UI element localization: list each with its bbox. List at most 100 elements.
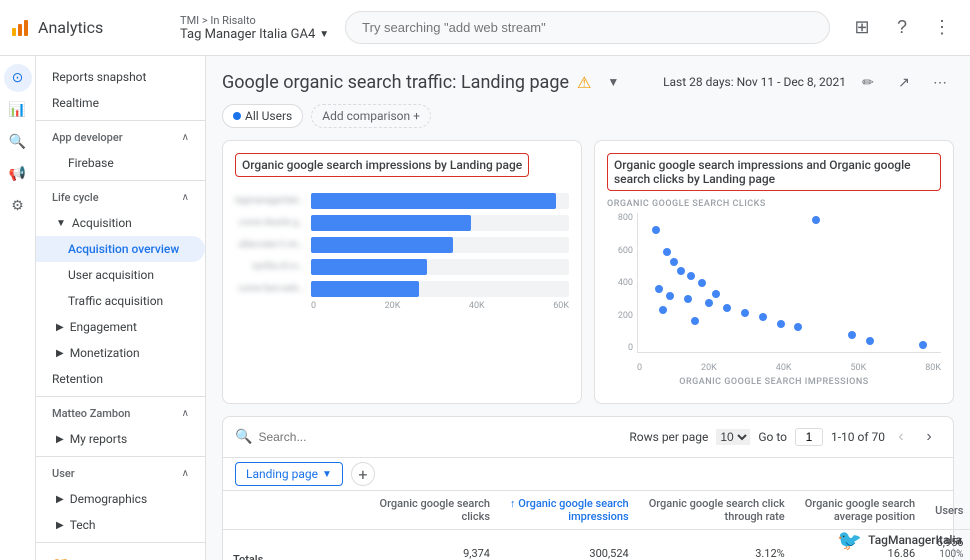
th-ctr[interactable]: Organic google search clickthrough rate (639, 491, 795, 530)
scatter-dot (684, 295, 692, 303)
chevron-up-icon: ∧ (182, 132, 189, 143)
sidebar-section-app-developer[interactable]: App developer ∧ (36, 125, 205, 150)
search-input[interactable] (345, 11, 830, 44)
rail-reports-icon[interactable]: 📊 (4, 96, 32, 124)
firebase-label: Firebase (68, 156, 114, 170)
bar-fill (311, 259, 427, 275)
sidebar-section-matteo-header[interactable]: Matteo Zambon ∧ (36, 401, 205, 426)
next-page-button[interactable]: › (917, 425, 941, 449)
charts-row: Organic google search impressions by Lan… (222, 140, 954, 404)
realtime-label: Realtime (52, 96, 99, 110)
bar-track (311, 237, 569, 253)
th-avg-pos[interactable]: Organic google searchaverage position (795, 491, 925, 530)
app-name: Analytics (38, 18, 103, 37)
sidebar-item-realtime[interactable]: Realtime (36, 90, 205, 116)
nav-logo: Analytics (12, 18, 172, 37)
scatter-x-title: ORGANIC GOOGLE SEARCH IMPRESSIONS (607, 377, 941, 387)
more-vert-icon[interactable]: ⋮ (926, 12, 958, 44)
scatter-dot (705, 299, 713, 307)
bar-row: come-fare-web... (235, 281, 569, 297)
sidebar-item-acquisition-overview[interactable]: Acquisition overview (36, 236, 205, 262)
sidebar-item-my-reports[interactable]: ▶ My reports (36, 426, 205, 452)
sidebar-section-reports: Reports snapshot Realtime (36, 64, 205, 116)
dimension-chip[interactable]: Landing page ▼ (235, 462, 343, 486)
dimension-chip-chevron: ▼ (322, 469, 332, 480)
rail-settings-icon[interactable]: ⚙ (4, 192, 32, 220)
property-selector[interactable]: Tag Manager Italia GA4 ▼ (180, 27, 329, 42)
bar-track (311, 193, 569, 209)
sidebar-item-firebase[interactable]: Firebase (36, 150, 205, 176)
scatter-y-label: 0 (628, 343, 633, 353)
logo-bar-2 (18, 24, 22, 36)
add-dimension-button[interactable]: + (351, 462, 375, 486)
share-icon[interactable]: ↗ (890, 68, 918, 96)
prev-page-button[interactable]: ‹ (889, 425, 913, 449)
bar-fill (311, 281, 419, 297)
edit-icon[interactable]: ✏ (854, 68, 882, 96)
sidebar-item-retention[interactable]: Retention (36, 366, 205, 392)
bar-label: tagmanageritalia.it (235, 196, 305, 206)
scatter-dot (723, 304, 731, 312)
add-comparison-label: Add comparison + (322, 109, 420, 123)
chevron-right-icon-5: ▶ (56, 520, 64, 531)
chevron-up-icon-4: ∧ (182, 468, 189, 479)
scatter-chart-title: Organic google search impressions and Or… (607, 153, 941, 191)
add-comparison-button[interactable]: Add comparison + (311, 104, 431, 128)
rail-explore-icon[interactable]: 🔍 (4, 128, 32, 156)
sidebar-divider-3 (36, 396, 205, 397)
bar-fill (311, 193, 556, 209)
sidebar-section-user-header[interactable]: User ∧ (36, 461, 205, 486)
sidebar-section-matteo: Matteo Zambon ∧ ▶ My reports (36, 401, 205, 452)
table-pagination: Rows per page 102550 Go to 1-10 of 70 ‹ … (629, 425, 941, 449)
table-search-icon: 🔍 (235, 429, 252, 445)
icon-rail: ⊙ 📊 🔍 📢 ⚙ (0, 56, 36, 560)
rail-advertising-icon[interactable]: 📢 (4, 160, 32, 188)
nav-account[interactable]: TMI > In Risalto Tag Manager Italia GA4 … (180, 14, 329, 42)
sidebar-section-app-dev: App developer ∧ Firebase (36, 125, 205, 176)
sidebar: Reports snapshot Realtime App developer … (36, 56, 206, 560)
title-chevron-icon[interactable]: ▼ (599, 68, 627, 96)
table-search-input[interactable] (258, 430, 621, 444)
sidebar-item-tech[interactable]: ▶ Tech (36, 512, 205, 538)
sidebar-item-user-acquisition[interactable]: User acquisition (36, 262, 205, 288)
rail-home-icon[interactable]: ⊙ (4, 64, 32, 92)
scatter-dot (663, 248, 671, 256)
help-icon[interactable]: ? (886, 12, 918, 44)
th-users[interactable]: Users (925, 491, 970, 530)
acquisition-label: Acquisition (72, 216, 132, 230)
main-content: Google organic search traffic: Landing p… (206, 56, 970, 560)
scatter-dot (741, 309, 749, 317)
sidebar-item-monetization[interactable]: ▶ Monetization (36, 340, 205, 366)
th-impressions[interactable]: ↑ Organic google searchimpressions (500, 491, 639, 530)
rows-per-page-select[interactable]: 102550 (716, 429, 750, 445)
bar-track (311, 215, 569, 231)
retention-label: Retention (52, 372, 103, 386)
warning-icon[interactable]: ⚠ (577, 73, 591, 92)
bar-row: come disarle g... (235, 215, 569, 231)
all-users-chip[interactable]: All Users (222, 104, 303, 128)
apps-icon[interactable]: ⊞ (846, 12, 878, 44)
sidebar-item-traffic-acquisition[interactable]: Traffic acquisition (36, 288, 205, 314)
scatter-x-axis: 020K40K50K80K (637, 363, 941, 373)
sidebar-item-demographics[interactable]: ▶ Demographics (36, 486, 205, 512)
scatter-dot (687, 272, 695, 280)
chevron-down-icon-2: ▼ (56, 218, 66, 229)
traffic-acquisition-label: Traffic acquisition (68, 294, 163, 308)
rows-per-page-label: Rows per page (629, 430, 708, 444)
go-to-input[interactable] (795, 428, 823, 446)
bar-fill (311, 215, 471, 231)
scatter-dot (677, 267, 685, 275)
scatter-dot (759, 313, 767, 321)
th-clicks[interactable]: Organic google searchclicks (370, 491, 500, 530)
sidebar-item-acquisition[interactable]: ▼ Acquisition (36, 210, 205, 236)
scatter-y-label: 400 (618, 278, 633, 288)
sidebar-item-reports-snapshot[interactable]: Reports snapshot (36, 64, 205, 90)
sidebar-item-engagement[interactable]: ▶ Engagement (36, 314, 205, 340)
bar-track (311, 259, 569, 275)
bar-track (311, 281, 569, 297)
sidebar-section-lifecycle-header[interactable]: Life cycle ∧ (36, 185, 205, 210)
sidebar-item-library[interactable]: 📁 Library (36, 551, 205, 560)
nav-search-container (345, 11, 830, 44)
chevron-up-icon-2: ∧ (182, 192, 189, 203)
more-options-icon[interactable]: ⋯ (926, 68, 954, 96)
